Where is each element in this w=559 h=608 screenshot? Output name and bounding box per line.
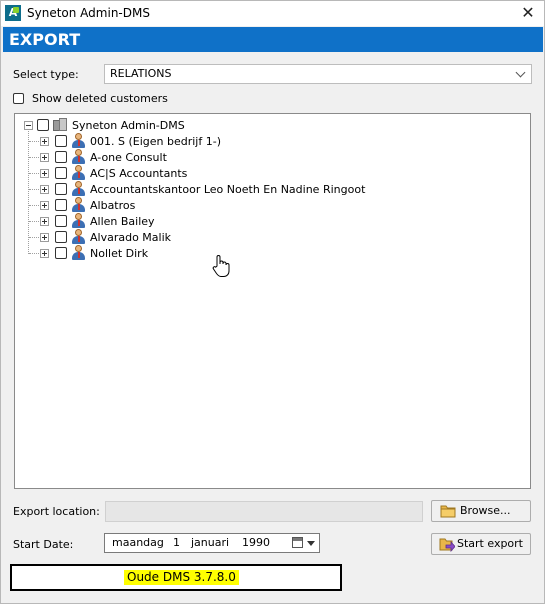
tree-node-label: 001. S (Eigen bedrijf 1-) <box>90 135 221 148</box>
select-type-dropdown[interactable]: RELATIONS <box>104 64 532 84</box>
show-deleted-checkbox[interactable] <box>13 93 24 104</box>
tree-node-label: Accountantskantoor Leo Noeth En Nadine R… <box>90 183 366 196</box>
person-icon <box>71 165 85 180</box>
tree-connector <box>28 129 29 254</box>
start-export-button[interactable]: Start export <box>431 533 531 555</box>
version-box: Oude DMS 3.7.8.0 <box>10 564 342 591</box>
tree-node-checkbox[interactable] <box>55 151 67 163</box>
chevron-down-icon[interactable] <box>514 65 528 83</box>
date-month[interactable]: januari <box>191 534 229 552</box>
close-icon[interactable]: ✕ <box>518 3 538 23</box>
select-type-value: RELATIONS <box>110 67 172 80</box>
version-label: Oude DMS 3.7.8.0 <box>124 570 239 585</box>
tree-node-label: Albatros <box>90 199 136 212</box>
expand-icon[interactable] <box>40 233 49 242</box>
select-type-label: Select type: <box>13 68 79 81</box>
hand-cursor-icon <box>212 255 230 277</box>
tree-node-checkbox[interactable] <box>55 199 67 211</box>
person-icon <box>71 245 85 260</box>
tree-node-checkbox[interactable] <box>55 167 67 179</box>
expand-icon[interactable] <box>40 137 49 146</box>
expand-icon[interactable] <box>40 185 49 194</box>
person-icon <box>71 213 85 228</box>
export-location-field[interactable] <box>105 501 423 522</box>
person-icon <box>71 149 85 164</box>
date-year[interactable]: 1990 <box>242 534 270 552</box>
person-icon <box>71 197 85 212</box>
tree-node-checkbox[interactable] <box>55 231 67 243</box>
tree-root-label: Syneton Admin-DMS <box>72 119 185 132</box>
title-bar[interactable]: A Syneton Admin-DMS ✕ <box>1 1 544 26</box>
person-icon <box>71 133 85 148</box>
tree-node-label: Allen Bailey <box>90 215 155 228</box>
browse-button[interactable]: Browse... <box>431 500 531 522</box>
person-icon <box>71 181 85 196</box>
expand-icon[interactable] <box>40 169 49 178</box>
tree-node-label: AC|S Accountants <box>90 167 188 180</box>
date-day[interactable]: 1 <box>173 534 180 552</box>
collapse-icon[interactable] <box>24 121 33 130</box>
folder-icon <box>440 505 456 518</box>
tree-node-checkbox[interactable] <box>55 135 67 147</box>
show-deleted-label[interactable]: Show deleted customers <box>32 92 168 105</box>
export-location-label: Export location: <box>13 505 100 518</box>
start-export-label: Start export <box>457 537 523 550</box>
export-banner: EXPORT <box>3 27 543 52</box>
date-weekday[interactable]: maandag <box>112 534 164 552</box>
calendar-icon[interactable] <box>292 537 303 548</box>
export-window: A Syneton Admin-DMS ✕ EXPORT Select type… <box>0 0 545 604</box>
export-icon <box>439 538 455 552</box>
tree-node-label: A-one Consult <box>90 151 167 164</box>
browse-button-label: Browse... <box>460 504 511 517</box>
tree-node-checkbox[interactable] <box>55 183 67 195</box>
person-icon <box>71 229 85 244</box>
tree-node-checkbox[interactable] <box>55 215 67 227</box>
start-date-picker[interactable]: maandag 1 januari 1990 <box>104 533 320 553</box>
start-date-label: Start Date: <box>13 538 74 551</box>
expand-icon[interactable] <box>40 249 49 258</box>
relations-tree[interactable]: Syneton Admin-DMS 001. S (Eigen bedrijf … <box>14 113 531 489</box>
tree-node-label: Alvarado Malik <box>90 231 172 244</box>
expand-icon[interactable] <box>40 153 49 162</box>
tree-node-checkbox[interactable] <box>55 247 67 259</box>
dropdown-arrow-icon[interactable] <box>307 541 315 546</box>
expand-icon[interactable] <box>40 201 49 210</box>
window-title: Syneton Admin-DMS <box>27 6 150 20</box>
tree-root-checkbox[interactable] <box>37 119 49 131</box>
database-icon <box>53 118 67 132</box>
expand-icon[interactable] <box>40 217 49 226</box>
app-logo-icon: A <box>5 5 21 21</box>
tree-node-label: Nollet Dirk <box>90 247 149 260</box>
